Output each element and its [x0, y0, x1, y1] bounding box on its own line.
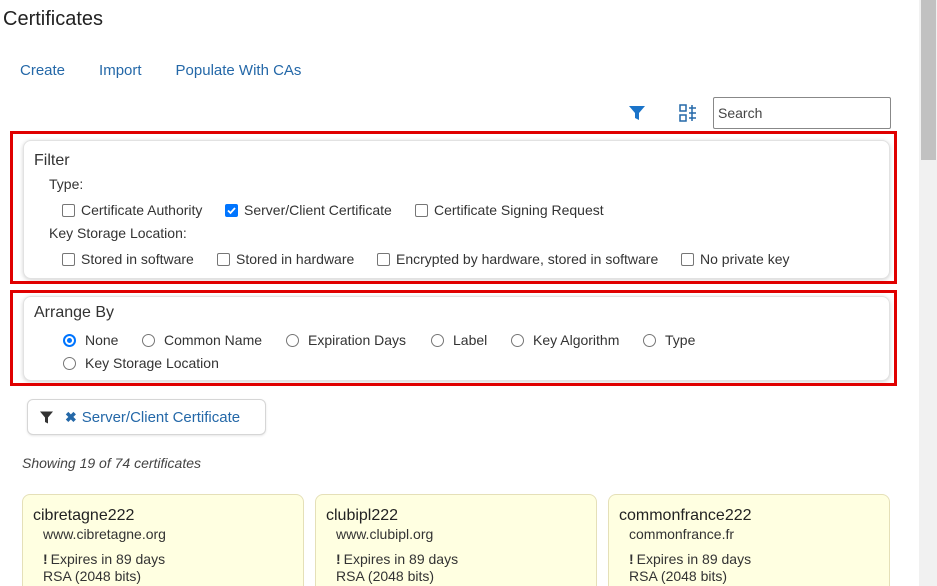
remove-filter-icon[interactable]: ✖ [65, 409, 77, 426]
cert-expiry: ! Expires in 89 days [629, 551, 751, 567]
filter-icon[interactable] [628, 104, 646, 122]
arrange-highlight-box [10, 290, 897, 386]
cert-algorithm: RSA (2048 bits) [43, 568, 142, 584]
active-filter-chip: ✖ Server/Client Certificate [27, 399, 266, 435]
active-filter-label[interactable]: Server/Client Certificate [82, 409, 240, 426]
cert-name: clubipl222 [326, 507, 399, 524]
filter-icon [40, 411, 53, 423]
warning-icon: ! [629, 551, 634, 567]
certificate-card[interactable]: cibretagne222 www.cibretagne.org ! Expire… [22, 494, 304, 586]
cert-expiry: ! Expires in 89 days [43, 551, 165, 567]
cert-expiry-text: Expires in 89 days [343, 551, 459, 567]
cert-expiry-text: Expires in 89 days [50, 551, 166, 567]
cert-domain: commonfrance.fr [629, 526, 735, 542]
cert-expiry: ! Expires in 89 days [336, 551, 458, 567]
cert-algorithm: RSA (2048 bits) [629, 568, 728, 584]
page-title: Certificates [3, 8, 104, 30]
warning-icon: ! [43, 551, 48, 567]
create-link[interactable]: Create [20, 62, 65, 79]
certificate-card[interactable]: clubipl222 www.clubipl.org ! Expires in 8… [315, 494, 597, 586]
cert-name: commonfrance222 [619, 507, 752, 524]
arrange-icon[interactable] [678, 103, 698, 123]
cert-expiry-text: Expires in 89 days [636, 551, 752, 567]
import-link[interactable]: Import [99, 62, 142, 79]
cert-domain: www.cibretagne.org [43, 526, 166, 542]
cert-algorithm: RSA (2048 bits) [336, 568, 435, 584]
action-bar: Create Import Populate With CAs [20, 62, 335, 79]
cert-domain: www.clubipl.org [336, 526, 434, 542]
results-count: Showing 19 of 74 certificates [22, 455, 201, 471]
search-input[interactable] [713, 97, 891, 129]
filter-highlight-box [10, 131, 897, 284]
cert-name: cibretagne222 [33, 507, 135, 524]
populate-cas-link[interactable]: Populate With CAs [176, 62, 302, 79]
scrollbar-thumb[interactable] [921, 0, 936, 160]
certificate-card[interactable]: commonfrance222 commonfrance.fr ! Expires… [608, 494, 890, 586]
warning-icon: ! [336, 551, 341, 567]
